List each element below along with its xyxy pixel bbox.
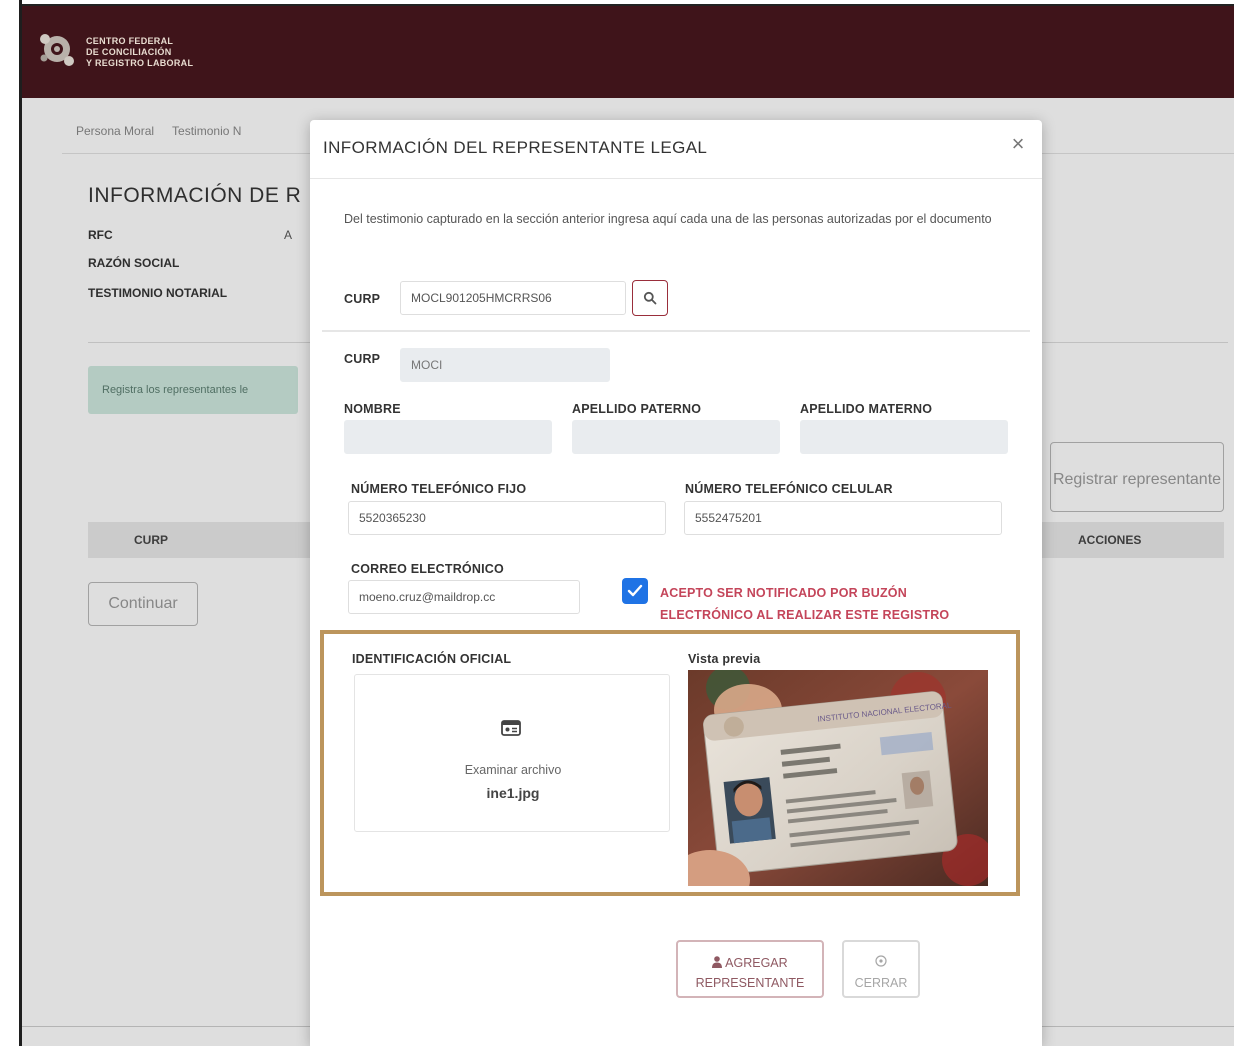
add-representative-label-2: REPRESENTANTE	[695, 975, 805, 990]
curp-label: CURP	[344, 352, 381, 366]
id-card-icon	[501, 720, 521, 736]
user-icon	[712, 955, 723, 968]
window-frame-edge	[0, 0, 22, 1046]
file-upload-area[interactable]: Examinar archivo ine1.jpg	[354, 674, 670, 832]
close-button[interactable]: CERRAR	[842, 940, 920, 998]
selected-file-name: ine1.jpg	[486, 785, 540, 801]
email-label: CORREO ELECTRÓNICO	[351, 562, 504, 576]
search-divider	[322, 330, 1030, 332]
search-curp-label: CURP	[344, 292, 381, 306]
logo-icon	[40, 34, 74, 66]
consent-label: ACEPTO SER NOTIFICADO POR BUZÓN ELECTRÓN…	[660, 582, 949, 626]
email-input[interactable]: moeno.cruz@maildrop.cc	[348, 580, 580, 614]
apellido-materno-label: APELLIDO MATERNO	[800, 402, 933, 416]
id-card-preview-image: INSTITUTO NACIONAL ELECTORAL	[688, 670, 988, 886]
curp-search-input[interactable]: MOCL901205HMCRRS06	[400, 281, 626, 315]
browse-file-text: Examinar archivo	[464, 763, 562, 777]
apellido-materno-field	[800, 420, 1008, 454]
search-button[interactable]	[632, 280, 668, 316]
tel-celular-label: NÚMERO TELEFÓNICO CELULAR	[685, 482, 893, 496]
consent-label-line-1: ACEPTO SER NOTIFICADO POR BUZÓN	[660, 586, 907, 600]
modal-header-divider	[310, 178, 1042, 179]
consent-checkbox[interactable]	[622, 578, 648, 604]
checkmark-icon	[627, 584, 643, 597]
modal-title: INFORMACIÓN DEL REPRESENTANTE LEGAL	[323, 138, 708, 157]
representative-modal: INFORMACIÓN DEL REPRESENTANTE LEGAL × De…	[310, 120, 1042, 1046]
close-icon[interactable]: ×	[1006, 132, 1030, 156]
search-icon	[643, 291, 657, 305]
page: CENTRO FEDERAL DE CONCILIACIÓN Y REGISTR…	[22, 0, 1234, 1046]
consent-label-line-2: ELECTRÓNICO AL REALIZAR ESTE REGISTRO	[660, 608, 950, 622]
apellido-paterno-label: APELLIDO PATERNO	[572, 402, 702, 416]
identification-section: IDENTIFICACIÓN OFICIAL Examinar archivo …	[320, 630, 1020, 896]
apellido-paterno-field	[572, 420, 780, 454]
site-header: CENTRO FEDERAL DE CONCILIACIÓN Y REGISTR…	[22, 4, 1234, 98]
preview-label: Vista previa	[688, 652, 761, 666]
nombre-field	[344, 420, 552, 454]
org-name-line-2: DE CONCILIACIÓN	[86, 47, 172, 57]
tel-celular-input[interactable]: 5552475201	[684, 501, 1002, 535]
org-name: CENTRO FEDERAL DE CONCILIACIÓN Y REGISTR…	[86, 36, 193, 69]
tel-fijo-input[interactable]: 5520365230	[348, 501, 666, 535]
nombre-label: NOMBRE	[344, 402, 401, 416]
add-representative-label-1: AGREGAR	[725, 955, 788, 970]
org-name-line-3: Y REGISTRO LABORAL	[86, 58, 194, 68]
close-button-label: CERRAR	[854, 975, 908, 990]
org-name-line-1: CENTRO FEDERAL	[86, 36, 174, 46]
curp-field: MOCI	[400, 348, 610, 382]
add-representative-button[interactable]: AGREGAR REPRESENTANTE	[676, 940, 824, 998]
identification-label: IDENTIFICACIÓN OFICIAL	[352, 652, 512, 666]
modal-intro-text: Del testimonio capturado en la sección a…	[344, 212, 992, 226]
tel-fijo-label: NÚMERO TELEFÓNICO FIJO	[351, 482, 527, 496]
circle-x-icon	[875, 954, 887, 967]
